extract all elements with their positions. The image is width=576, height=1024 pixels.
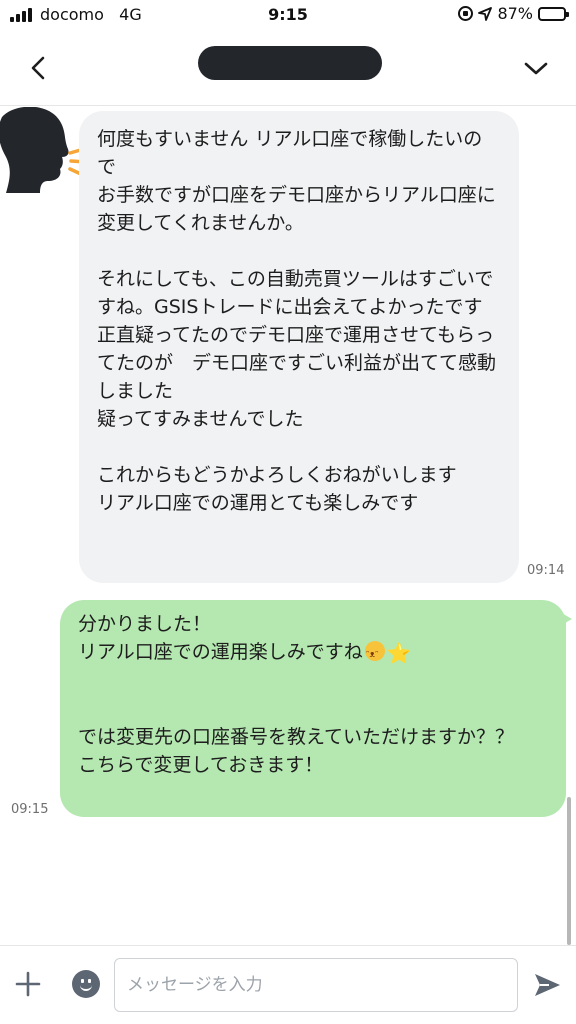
star-emoji-icon: ⭐ <box>386 641 412 665</box>
message-input-bar <box>0 945 576 1024</box>
add-button[interactable] <box>14 970 42 998</box>
message-input[interactable] <box>114 958 518 1012</box>
chat-scrollbar[interactable] <box>567 797 571 945</box>
outgoing-line: では変更先の口座番号を教えていただけますか？？ <box>78 726 515 748</box>
battery-percent: 87% <box>497 4 533 23</box>
battery-icon <box>538 6 569 21</box>
chat-header <box>0 34 576 106</box>
incoming-message-text: 何度もすいません リアル口座で稼働したいので お手数ですが口座をデモ口座からリア… <box>97 128 497 514</box>
outgoing-message-time: 09:15 <box>11 802 49 817</box>
smiling-face-emoji-icon <box>364 641 385 669</box>
outgoing-line-text: リアル口座での運用楽しみですね <box>78 641 363 663</box>
status-bar: docomo 4G 9:15 87% <box>0 0 576 34</box>
outgoing-line: 分かりました！ <box>78 613 212 635</box>
incoming-message-bubble[interactable]: 何度もすいません リアル口座で稼働したいので お手数ですが口座をデモ口座からリア… <box>79 111 519 583</box>
outgoing-line: こちらで変更しておきます！ <box>78 754 324 776</box>
chat-area[interactable]: 何度もすいません リアル口座で稼働したいので お手数ですが口座をデモ口座からリア… <box>0 107 576 945</box>
chat-title-redacted <box>198 46 382 80</box>
incoming-message-time: 09:14 <box>527 563 565 578</box>
rotation-lock-icon <box>458 6 474 21</box>
outgoing-message-text: 分かりました！ リアル口座での運用楽しみですね ⭐ では変更先の口座番号を教えてい… <box>78 610 548 779</box>
message-spacer <box>78 667 548 723</box>
outgoing-line-with-emoji: リアル口座での運用楽しみですね ⭐ <box>78 638 548 669</box>
outgoing-message-bubble[interactable]: 分かりました！ リアル口座での運用楽しみですね ⭐ では変更先の口座番号を教えてい… <box>60 600 572 817</box>
chevron-down-icon[interactable] <box>518 50 554 86</box>
location-icon <box>478 6 493 21</box>
emoji-button[interactable] <box>72 970 100 998</box>
smile-icon-mouth <box>80 984 92 991</box>
status-right: 87% <box>458 4 569 23</box>
back-button[interactable] <box>22 50 58 86</box>
send-button[interactable] <box>532 970 562 1000</box>
